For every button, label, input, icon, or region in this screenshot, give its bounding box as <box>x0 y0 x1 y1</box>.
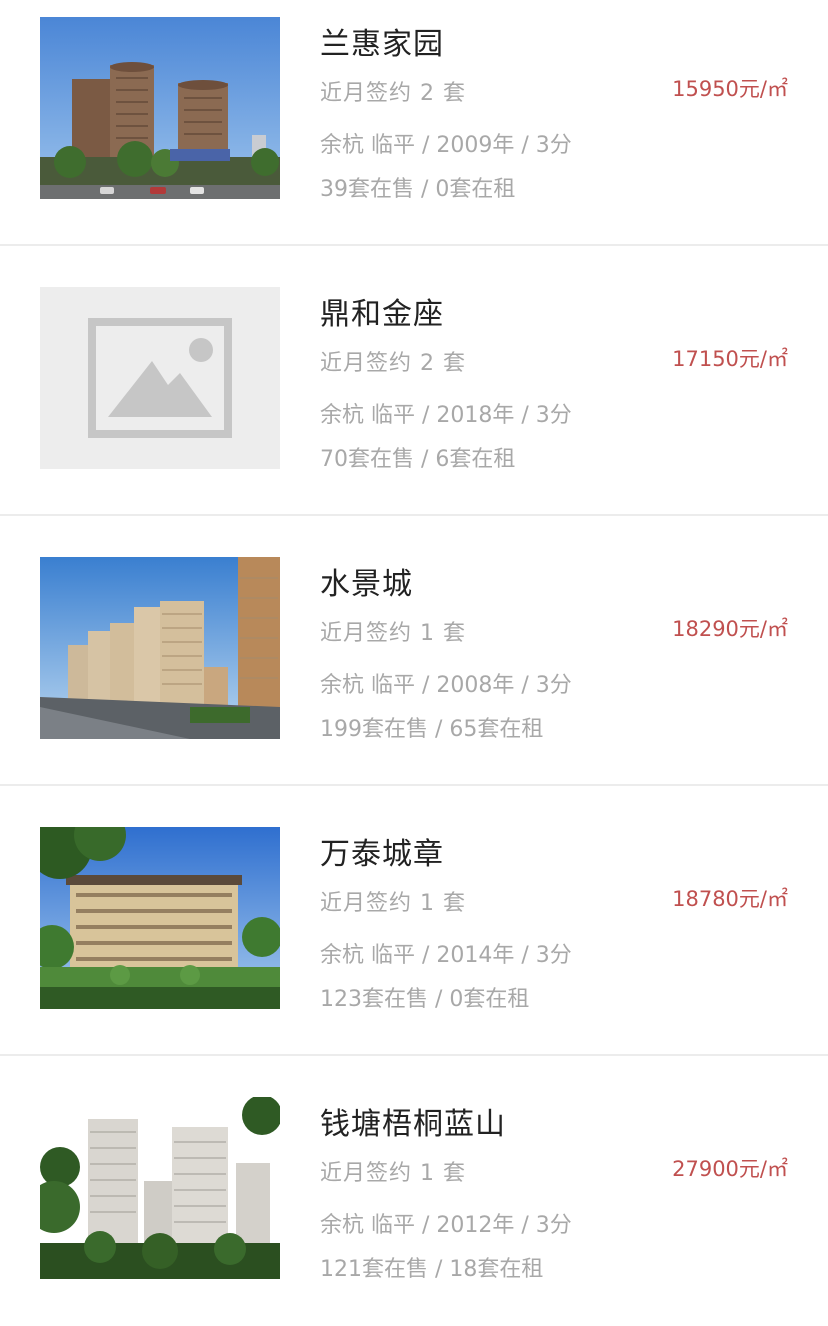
unit-price: 18780元/㎡ <box>672 887 788 911</box>
list-item[interactable]: 钱塘梧桐蓝山 近月签约 1 套 27900元/㎡ 余杭 临平 / 2012年 /… <box>0 1057 828 1326</box>
community-name: 钱塘梧桐蓝山 <box>320 1107 506 1142</box>
listing-counts: 70套在售 / 6套在租 <box>320 447 516 472</box>
unit-price: 18290元/㎡ <box>672 617 788 641</box>
community-name: 万泰城章 <box>320 837 444 872</box>
community-meta: 余杭 临平 / 2012年 / 3分 <box>320 1213 572 1238</box>
listing-counts: 39套在售 / 0套在租 <box>320 177 516 202</box>
list-item[interactable]: 鼎和金座 近月签约 2 套 17150元/㎡ 余杭 临平 / 2018年 / 3… <box>0 247 828 516</box>
unit-price: 17150元/㎡ <box>672 347 788 371</box>
community-photo <box>40 557 280 739</box>
community-meta: 余杭 临平 / 2008年 / 3分 <box>320 673 572 698</box>
community-meta: 余杭 临平 / 2009年 / 3分 <box>320 133 572 158</box>
community-photo <box>40 827 280 1009</box>
community-meta: 余杭 临平 / 2014年 / 3分 <box>320 943 572 968</box>
community-name: 兰惠家园 <box>320 27 444 62</box>
listing-counts: 199套在售 / 65套在租 <box>320 717 544 742</box>
recent-deals: 近月签约 2 套 <box>320 81 466 106</box>
list-item[interactable]: 兰惠家园 近月签约 2 套 15950元/㎡ 余杭 临平 / 2009年 / 3… <box>0 0 828 246</box>
unit-price: 15950元/㎡ <box>672 77 788 101</box>
community-name: 鼎和金座 <box>320 297 444 332</box>
listing-counts: 123套在售 / 0套在租 <box>320 987 530 1012</box>
placeholder-image-icon <box>40 287 280 469</box>
community-meta: 余杭 临平 / 2018年 / 3分 <box>320 403 572 428</box>
list-item[interactable]: 水景城 近月签约 1 套 18290元/㎡ 余杭 临平 / 2008年 / 3分… <box>0 517 828 786</box>
list-item[interactable]: 万泰城章 近月签约 1 套 18780元/㎡ 余杭 临平 / 2014年 / 3… <box>0 787 828 1056</box>
recent-deals: 近月签约 1 套 <box>320 1161 466 1186</box>
community-photo <box>40 17 280 199</box>
recent-deals: 近月签约 1 套 <box>320 621 466 646</box>
unit-price: 27900元/㎡ <box>672 1157 788 1181</box>
community-photo <box>40 1097 280 1279</box>
recent-deals: 近月签约 1 套 <box>320 891 466 916</box>
community-name: 水景城 <box>320 567 413 602</box>
recent-deals: 近月签约 2 套 <box>320 351 466 376</box>
listing-counts: 121套在售 / 18套在租 <box>320 1257 544 1282</box>
